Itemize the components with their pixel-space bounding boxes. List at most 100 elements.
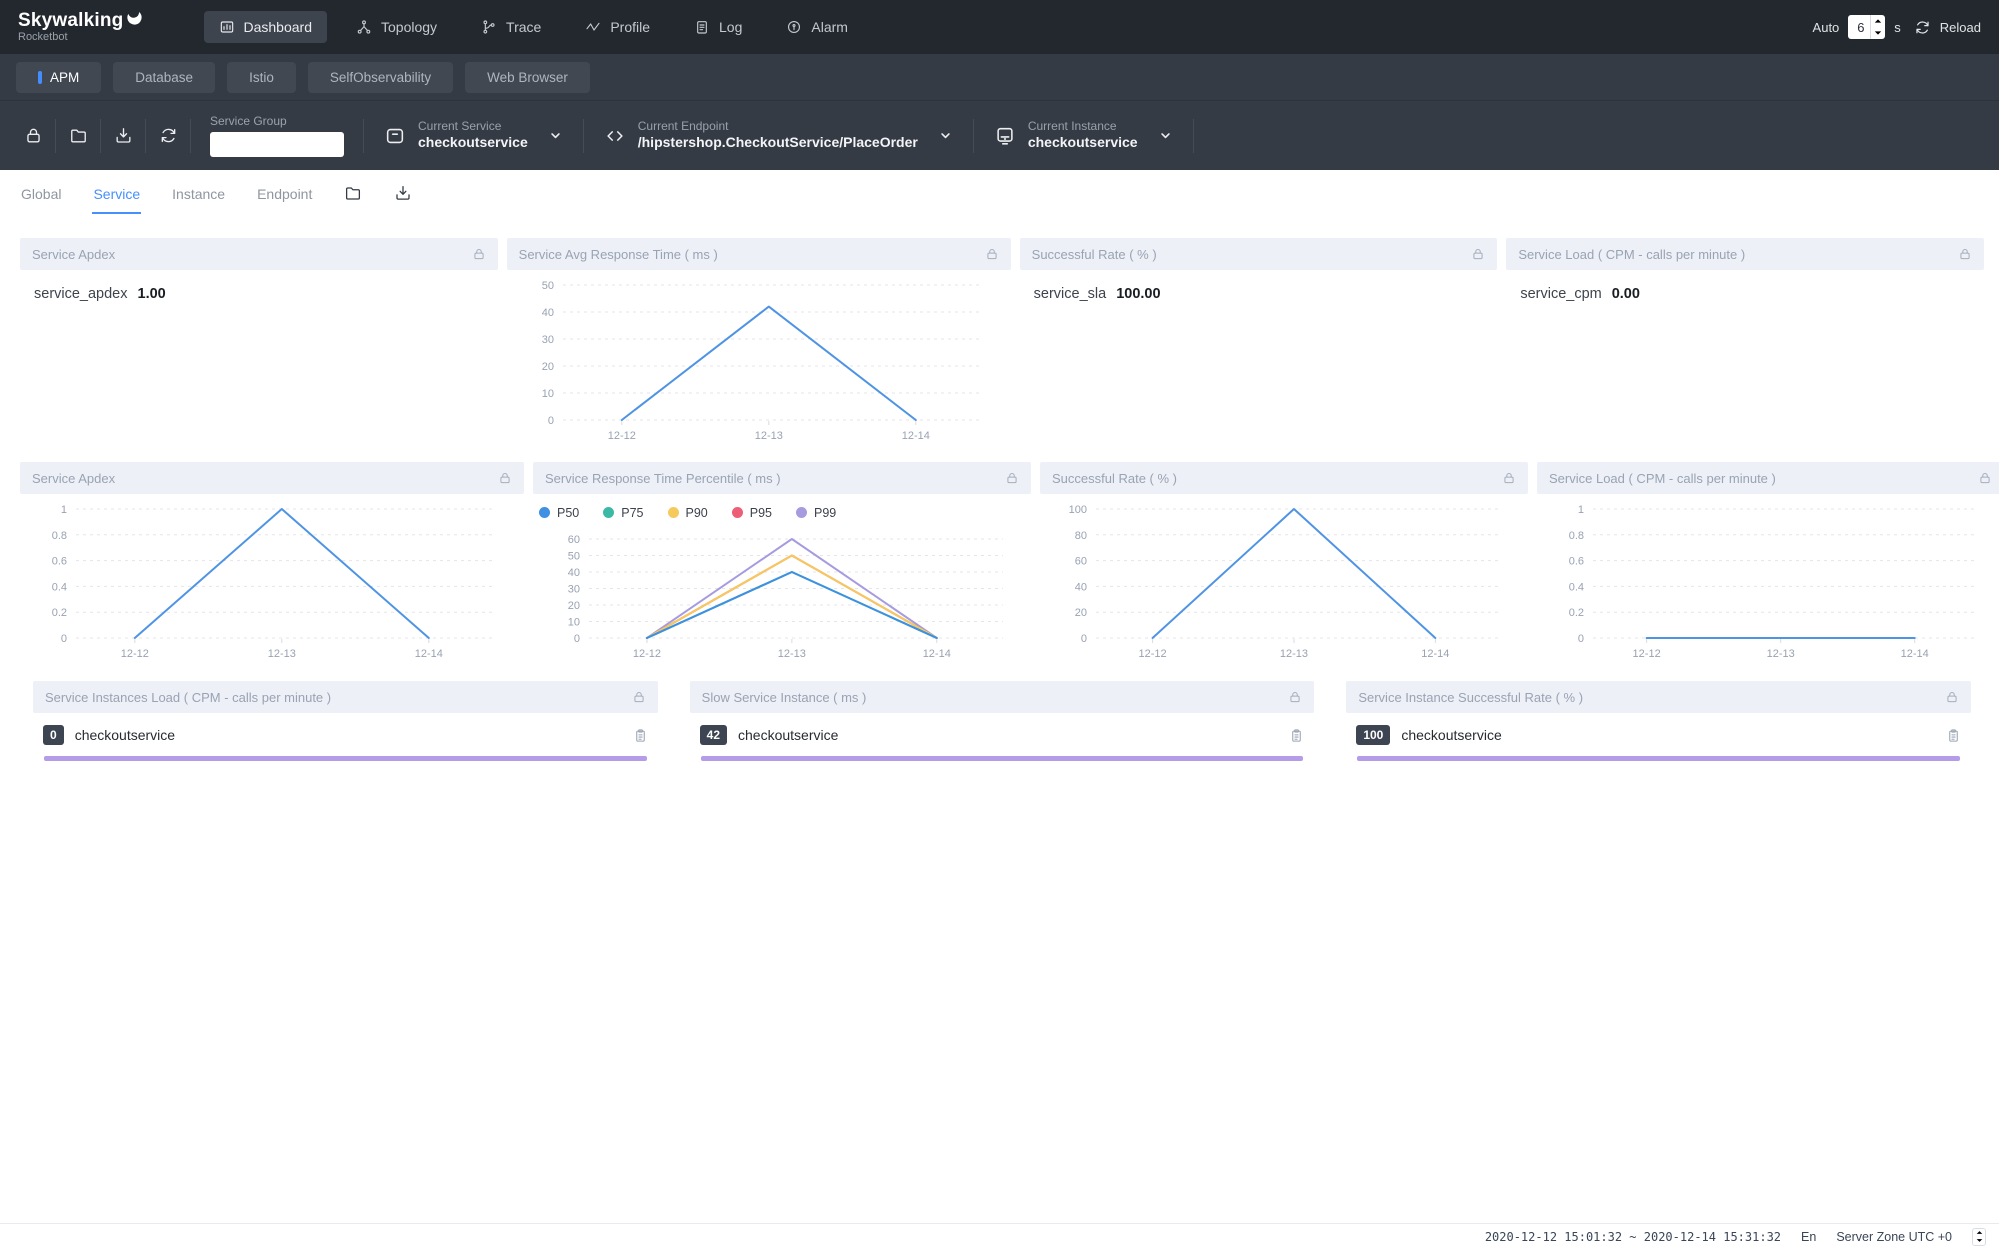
download-icon[interactable] bbox=[104, 117, 142, 155]
tab-global[interactable]: Global bbox=[20, 176, 62, 214]
legend-item-p99[interactable]: P99 bbox=[796, 506, 836, 520]
legend-item-p50[interactable]: P50 bbox=[539, 506, 579, 520]
card-header: Service Instances Load ( CPM - calls per… bbox=[33, 681, 658, 713]
lock-icon[interactable] bbox=[1005, 471, 1019, 485]
folder-icon[interactable] bbox=[343, 183, 363, 203]
svg-text:12-13: 12-13 bbox=[1767, 648, 1795, 660]
svg-text:60: 60 bbox=[568, 534, 580, 546]
instance-row[interactable]: 0 checkoutservice bbox=[43, 725, 648, 745]
server-zone-label: Server Zone UTC +0 bbox=[1836, 1230, 1952, 1244]
auto-interval-value: 6 bbox=[1848, 15, 1870, 39]
lock-icon[interactable] bbox=[472, 247, 486, 261]
dashboard-icon bbox=[219, 19, 235, 35]
group-tab-label: SelfObservability bbox=[330, 70, 431, 85]
metric-value: 0.00 bbox=[1612, 286, 1640, 302]
instance-row[interactable]: 100 checkoutservice bbox=[1356, 725, 1961, 745]
lock-icon[interactable] bbox=[1471, 247, 1485, 261]
chart-legend: P50 P75 P90 P95 P99 bbox=[533, 494, 1031, 524]
group-tab-selfobservability[interactable]: SelfObservability bbox=[308, 62, 453, 93]
selector-current-instance[interactable]: Current Instance checkoutservice bbox=[977, 119, 1190, 152]
legend-item-p95[interactable]: P95 bbox=[732, 506, 772, 520]
service-group-label: Service Group bbox=[210, 114, 344, 128]
metric-value: 100.00 bbox=[1116, 286, 1160, 302]
lock-icon[interactable] bbox=[985, 247, 999, 261]
selector-current-service[interactable]: Current Service checkoutservice bbox=[367, 119, 580, 152]
clipboard-icon[interactable] bbox=[633, 728, 648, 743]
zone-stepper-up-icon[interactable] bbox=[1973, 1229, 1985, 1237]
nav-item-log[interactable]: Log bbox=[679, 11, 757, 43]
line-chart: 00.20.40.60.8112-1212-1312-14 bbox=[1537, 494, 1999, 671]
lock-icon[interactable] bbox=[498, 471, 512, 485]
lock-icon[interactable] bbox=[1958, 247, 1972, 261]
svg-text:40: 40 bbox=[1075, 581, 1087, 593]
svg-text:1: 1 bbox=[61, 504, 67, 516]
auto-interval-input[interactable]: 6 bbox=[1848, 15, 1885, 39]
divider bbox=[583, 119, 584, 153]
svg-text:0: 0 bbox=[574, 633, 580, 645]
nav-item-dashboard[interactable]: Dashboard bbox=[204, 11, 328, 43]
svg-text:30: 30 bbox=[568, 584, 580, 596]
card-title: Service Response Time Percentile ( ms ) bbox=[545, 471, 781, 486]
tab-service[interactable]: Service bbox=[92, 176, 141, 214]
reload-icon[interactable] bbox=[1914, 19, 1931, 36]
tab-instance[interactable]: Instance bbox=[171, 176, 226, 214]
clipboard-icon[interactable] bbox=[1946, 728, 1961, 743]
reload-label[interactable]: Reload bbox=[1940, 20, 1981, 35]
app-logo[interactable]: Skywalking Rocketbot bbox=[18, 11, 144, 43]
svg-text:0.6: 0.6 bbox=[1569, 556, 1584, 568]
language-toggle[interactable]: En bbox=[1801, 1230, 1816, 1244]
time-range-picker[interactable]: 2020-12-12 15:01:32 ~ 2020-12-14 15:31:3… bbox=[1485, 1230, 1781, 1244]
zone-stepper-down-icon[interactable] bbox=[1973, 1237, 1985, 1245]
lock-icon[interactable] bbox=[14, 117, 52, 155]
lock-icon[interactable] bbox=[1288, 690, 1302, 704]
nav-item-alarm[interactable]: Alarm bbox=[771, 11, 863, 43]
selector-label: Current Service bbox=[418, 119, 528, 134]
nav-item-trace[interactable]: Trace bbox=[466, 11, 556, 43]
lock-icon[interactable] bbox=[1945, 690, 1959, 704]
svg-text:12-12: 12-12 bbox=[1633, 648, 1661, 660]
legend-dot bbox=[603, 507, 614, 518]
stepper-down-icon[interactable] bbox=[1871, 27, 1885, 39]
lock-icon[interactable] bbox=[1978, 471, 1992, 485]
auto-interval-stepper[interactable] bbox=[1870, 15, 1885, 39]
code-icon bbox=[604, 125, 626, 147]
clipboard-icon[interactable] bbox=[1289, 728, 1304, 743]
group-tab-database[interactable]: Database bbox=[113, 62, 215, 93]
group-tab-label: Database bbox=[135, 70, 193, 85]
instance-row[interactable]: 42 checkoutservice bbox=[700, 725, 1305, 745]
line-chart: 00.20.40.60.8112-1212-1312-14 bbox=[20, 494, 524, 671]
group-tab-apm[interactable]: APM bbox=[16, 62, 101, 93]
svg-text:10: 10 bbox=[568, 617, 580, 629]
nav-item-label: Dashboard bbox=[244, 19, 313, 35]
auto-reload-controls: Auto 6 s Reload bbox=[1813, 15, 1981, 39]
stepper-up-icon[interactable] bbox=[1871, 15, 1885, 27]
lock-icon[interactable] bbox=[632, 690, 646, 704]
nav-item-profile[interactable]: Profile bbox=[570, 11, 665, 43]
group-tab-web-browser[interactable]: Web Browser bbox=[465, 62, 590, 93]
auto-unit-label: s bbox=[1894, 20, 1901, 35]
group-tab-istio[interactable]: Istio bbox=[227, 62, 296, 93]
folder-icon[interactable] bbox=[59, 117, 97, 155]
legend-item-p75[interactable]: P75 bbox=[603, 506, 643, 520]
card-title: Slow Service Instance ( ms ) bbox=[702, 690, 867, 705]
card-service-avg-response-time-ms: Service Avg Response Time ( ms ) 0102030… bbox=[507, 238, 1011, 453]
svg-text:0.2: 0.2 bbox=[52, 607, 67, 619]
download-icon[interactable] bbox=[393, 183, 413, 203]
nav-item-topology[interactable]: Topology bbox=[341, 11, 452, 43]
divider bbox=[55, 119, 56, 153]
legend-label: P95 bbox=[750, 506, 772, 520]
server-zone-stepper[interactable] bbox=[1972, 1228, 1986, 1246]
group-tab-label: Web Browser bbox=[487, 70, 568, 85]
log-icon bbox=[694, 19, 710, 35]
card-service-apdex: Service Apdex 00.20.40.60.8112-1212-1312… bbox=[20, 462, 524, 671]
svg-text:30: 30 bbox=[541, 334, 553, 346]
svg-text:12-12: 12-12 bbox=[607, 430, 635, 442]
logo-title: Skywalking bbox=[18, 11, 124, 31]
legend-item-p90[interactable]: P90 bbox=[668, 506, 708, 520]
chevron-down-icon bbox=[1158, 128, 1173, 143]
selector-current-endpoint[interactable]: Current Endpoint /hipstershop.CheckoutSe… bbox=[587, 119, 970, 152]
service-group-input[interactable] bbox=[210, 132, 344, 157]
refresh-icon[interactable] bbox=[149, 117, 187, 155]
lock-icon[interactable] bbox=[1502, 471, 1516, 485]
tab-endpoint[interactable]: Endpoint bbox=[256, 176, 313, 214]
